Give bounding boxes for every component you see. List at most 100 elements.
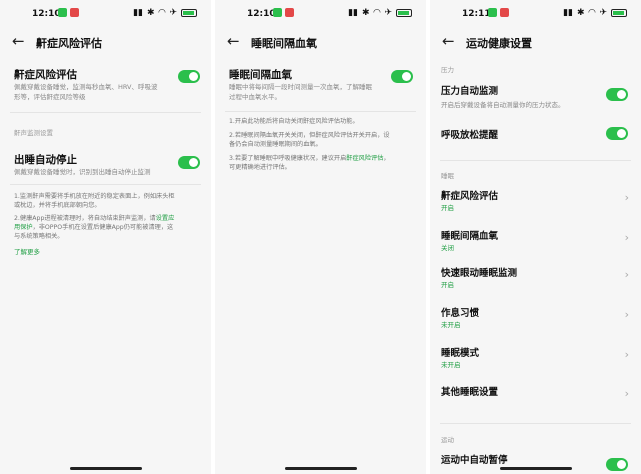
home-indicator bbox=[500, 467, 572, 470]
item-status: 开启 bbox=[441, 281, 454, 289]
note-2-line-3: 与系统策略相关。 bbox=[14, 233, 64, 240]
divider bbox=[440, 160, 631, 161]
app-protection-link[interactable]: 设置应 bbox=[156, 215, 175, 222]
app-notification-icon bbox=[58, 8, 67, 17]
notification-icons bbox=[58, 8, 79, 17]
section-sport: 运动 bbox=[441, 436, 454, 444]
sleep-spo2-label: 睡眠间隔血氧 bbox=[229, 69, 292, 81]
settings-item-rem-monitor[interactable]: 快速眼动睡眠监测 开启 › bbox=[430, 265, 641, 301]
divider bbox=[440, 423, 631, 424]
status-bar: 12:11 ▮▮ ✱ ◠ ✈ bbox=[430, 0, 641, 28]
snore-risk-desc-2: 形等，评估鼾症风险等级 bbox=[14, 93, 86, 101]
breath-remind-toggle[interactable] bbox=[606, 127, 628, 140]
note-text: 3.若要了解睡眠中呼吸健康状况，建议开启 bbox=[229, 155, 347, 162]
settings-item-sleep-spo2[interactable]: 睡眠间隔血氧 关闭 › bbox=[430, 228, 641, 264]
app-notification-icon bbox=[273, 8, 282, 17]
chevron-right-icon: › bbox=[624, 348, 629, 361]
sleep-spo2-toggle[interactable] bbox=[391, 70, 413, 83]
settings-item-sleep-mode[interactable]: 睡眠模式 未开启 › bbox=[430, 345, 641, 381]
snore-risk-desc-1: 佩戴穿戴设备睡觉，监测每秒血氧、HRV、呼吸波 bbox=[14, 83, 158, 91]
divider bbox=[10, 184, 201, 185]
home-indicator bbox=[70, 467, 142, 470]
snore-risk-label: 鼾症风险评估 bbox=[14, 69, 77, 81]
divider bbox=[225, 111, 416, 112]
item-label: 作息习惯 bbox=[441, 308, 480, 319]
wifi-icon: ◠ bbox=[588, 8, 596, 18]
note-1-line-2: 或枕边，并将手机底部朝向您。 bbox=[14, 202, 101, 209]
notification-icons bbox=[273, 8, 294, 17]
chevron-right-icon: › bbox=[624, 387, 629, 400]
sleep-spo2-desc-1: 睡眠中将每间隔一段时间测量一次血氧，了解睡眠 bbox=[229, 83, 372, 91]
bluetooth-icon: ✱ bbox=[576, 8, 585, 18]
airplane-icon: ✈ bbox=[384, 8, 392, 18]
note-2-line-2: 备仍会自动测量睡眠期间的血氧。 bbox=[229, 141, 322, 148]
bluetooth-icon: ✱ bbox=[146, 8, 155, 18]
item-label: 睡眠间隔血氧 bbox=[441, 231, 499, 242]
notification-icons bbox=[488, 8, 509, 17]
page-title: 睡眠间隔血氧 bbox=[251, 37, 317, 50]
screen-sleep-spo2: 12:10 ▮▮ ✱ ◠ ✈ ← 睡眠间隔血氧 睡眠间隔血氧 睡眠中将每间隔一段… bbox=[215, 0, 426, 474]
airplane-icon: ✈ bbox=[169, 8, 177, 18]
status-bar: 12:10 ▮▮ ✱ ◠ ✈ bbox=[0, 0, 211, 28]
battery-icon bbox=[611, 9, 627, 17]
battery-icon bbox=[396, 9, 412, 17]
item-status: 未开启 bbox=[441, 361, 461, 369]
note-text: ， bbox=[383, 155, 390, 162]
status-time: 12:10 bbox=[247, 9, 276, 19]
airplane-icon: ✈ bbox=[599, 8, 607, 18]
snore-risk-link[interactable]: 鼾症风险评估 bbox=[346, 155, 383, 162]
system-icons: ▮▮ ✱ ◠ ✈ bbox=[563, 8, 627, 18]
top-bar: ← 睡眠间隔血氧 bbox=[215, 30, 426, 56]
learn-more-link[interactable]: 了解更多 bbox=[14, 246, 40, 256]
sleep-exit-stop-toggle[interactable] bbox=[178, 156, 200, 169]
settings-item-other-sleep[interactable]: 其他睡眠设置 › bbox=[430, 384, 641, 420]
system-icons: ▮▮ ✱ ◠ ✈ bbox=[133, 8, 197, 18]
back-arrow-icon[interactable]: ← bbox=[442, 32, 455, 50]
chevron-right-icon: › bbox=[624, 308, 629, 321]
pressure-auto-desc: 开启后穿戴设备将自动测量你的压力状态。 bbox=[441, 101, 565, 109]
signal-icon: ▮▮ bbox=[348, 8, 358, 18]
note-3-line-2: 可更精确地进行评估。 bbox=[229, 164, 291, 171]
status-bar: 12:10 ▮▮ ✱ ◠ ✈ bbox=[215, 0, 426, 28]
chevron-right-icon: › bbox=[624, 191, 629, 204]
bluetooth-icon: ✱ bbox=[361, 8, 370, 18]
snore-risk-toggle[interactable] bbox=[178, 70, 200, 83]
chevron-right-icon: › bbox=[624, 231, 629, 244]
app-protection-link[interactable]: 用保护 bbox=[14, 224, 33, 231]
sport-auto-pause-toggle[interactable] bbox=[606, 458, 628, 471]
note-1: 1.开启此功能后将自动关闭鼾症风险评估功能。 bbox=[229, 118, 359, 125]
screen-health-settings: 12:11 ▮▮ ✱ ◠ ✈ ← 运动健康设置 压力 压力自动监测 开启后穿戴设… bbox=[430, 0, 641, 474]
item-status: 开启 bbox=[441, 204, 454, 212]
top-bar: ← 运动健康设置 bbox=[430, 30, 641, 56]
item-label: 鼾症风险评估 bbox=[441, 191, 499, 202]
back-arrow-icon[interactable]: ← bbox=[12, 32, 25, 50]
item-status: 关闭 bbox=[441, 244, 454, 252]
wifi-icon: ◠ bbox=[158, 8, 166, 18]
page-title: 鼾症风险评估 bbox=[36, 37, 102, 50]
app-notification-icon bbox=[488, 8, 497, 17]
sport-auto-pause-label: 运动中自动暂停 bbox=[441, 455, 508, 466]
settings-item-routine[interactable]: 作息习惯 未开启 › bbox=[430, 305, 641, 341]
note-text: ，非OPPO手机在设置后健康App仍可能被清理，这 bbox=[32, 224, 174, 231]
settings-item-snore-risk[interactable]: 鼾症风险评估 开启 › bbox=[430, 188, 641, 224]
back-arrow-icon[interactable]: ← bbox=[227, 32, 240, 50]
home-indicator bbox=[285, 467, 357, 470]
app-notification-icon bbox=[500, 8, 509, 17]
signal-icon: ▮▮ bbox=[133, 8, 143, 18]
breath-remind-label: 呼吸放松提醒 bbox=[441, 130, 499, 141]
system-icons: ▮▮ ✱ ◠ ✈ bbox=[348, 8, 412, 18]
item-label: 其他睡眠设置 bbox=[441, 387, 499, 398]
divider bbox=[10, 112, 201, 113]
sleep-exit-stop-desc: 佩戴穿戴设备睡觉时，识别到出睡自动停止监测 bbox=[14, 168, 151, 176]
app-notification-icon bbox=[285, 8, 294, 17]
battery-icon bbox=[181, 9, 197, 17]
item-status: 未开启 bbox=[441, 321, 461, 329]
pressure-auto-toggle[interactable] bbox=[606, 88, 628, 101]
status-time: 12:10 bbox=[32, 9, 61, 19]
wifi-icon: ◠ bbox=[373, 8, 381, 18]
pressure-auto-label: 压力自动监测 bbox=[441, 86, 499, 97]
sleep-spo2-desc-2: 过程中血氧水平。 bbox=[229, 93, 281, 101]
screen-snore-risk: 12:10 ▮▮ ✱ ◠ ✈ ← 鼾症风险评估 鼾症风险评估 佩戴穿戴设备睡觉，… bbox=[0, 0, 211, 474]
note-text: 2.健康App进程被清理时，将自动结束鼾声监测，请 bbox=[14, 215, 156, 222]
section-label: 鼾声监测设置 bbox=[14, 129, 53, 137]
